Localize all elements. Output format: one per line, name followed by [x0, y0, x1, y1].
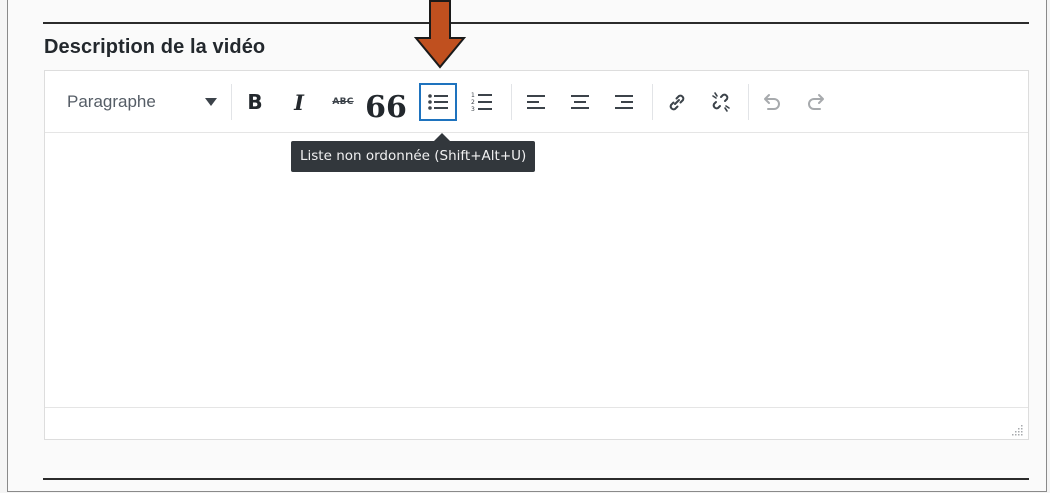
strikethrough-button[interactable]: ABC: [324, 83, 362, 121]
align-left-icon: [526, 93, 546, 111]
toolbar-separator: [511, 84, 512, 120]
insert-link-button[interactable]: [658, 83, 696, 121]
toolbar-separator: [231, 84, 232, 120]
numbered-list-button[interactable]: 1 2 3: [463, 83, 501, 121]
italic-icon: I: [294, 89, 304, 115]
remove-link-button[interactable]: [702, 83, 740, 121]
chevron-down-icon: [205, 98, 217, 106]
numbered-list-icon: 1 2 3: [471, 91, 493, 113]
tooltip: Liste non ordonnée (Shift+Alt+U): [291, 141, 536, 172]
editor-toolbar: Paragraphe B I ABC 66 1 2 3: [45, 71, 1028, 133]
unlink-icon: [709, 90, 733, 114]
editor-content-area[interactable]: [45, 133, 1028, 407]
format-select[interactable]: Paragraphe: [45, 85, 231, 119]
svg-text:1: 1: [471, 92, 475, 99]
bottom-divider: [43, 478, 1029, 480]
align-right-button[interactable]: [605, 83, 643, 121]
tooltip-arrow: [434, 133, 450, 141]
align-center-button[interactable]: [561, 83, 599, 121]
rich-text-editor: Paragraphe B I ABC 66 1 2 3: [44, 70, 1029, 440]
blockquote-button[interactable]: 66: [365, 83, 407, 125]
align-center-icon: [570, 93, 590, 111]
align-left-button[interactable]: [517, 83, 555, 121]
strikethrough-icon: ABC: [332, 97, 354, 107]
align-right-icon: [614, 93, 634, 111]
section-title: Description de la vidéo: [44, 36, 266, 58]
bullet-list-icon: [427, 92, 449, 112]
resize-handle-icon[interactable]: [1012, 423, 1024, 436]
redo-button[interactable]: [797, 83, 835, 121]
svg-text:3: 3: [471, 106, 475, 113]
format-select-value: Paragraphe: [67, 92, 156, 111]
svg-text:2: 2: [471, 99, 475, 106]
editor-statusbar: [45, 407, 1028, 439]
blockquote-icon: 66: [365, 90, 407, 125]
redo-icon: [805, 92, 827, 112]
top-divider: [43, 22, 1029, 24]
italic-button[interactable]: I: [280, 83, 318, 121]
bold-button[interactable]: B: [236, 83, 274, 121]
toolbar-separator: [652, 84, 653, 120]
bold-icon: B: [247, 90, 263, 114]
down-arrow-icon: [413, 0, 467, 70]
undo-icon: [761, 92, 783, 112]
toolbar-separator: [748, 84, 749, 120]
bullet-list-button[interactable]: [419, 83, 457, 121]
undo-button[interactable]: [753, 83, 791, 121]
link-icon: [666, 91, 688, 113]
